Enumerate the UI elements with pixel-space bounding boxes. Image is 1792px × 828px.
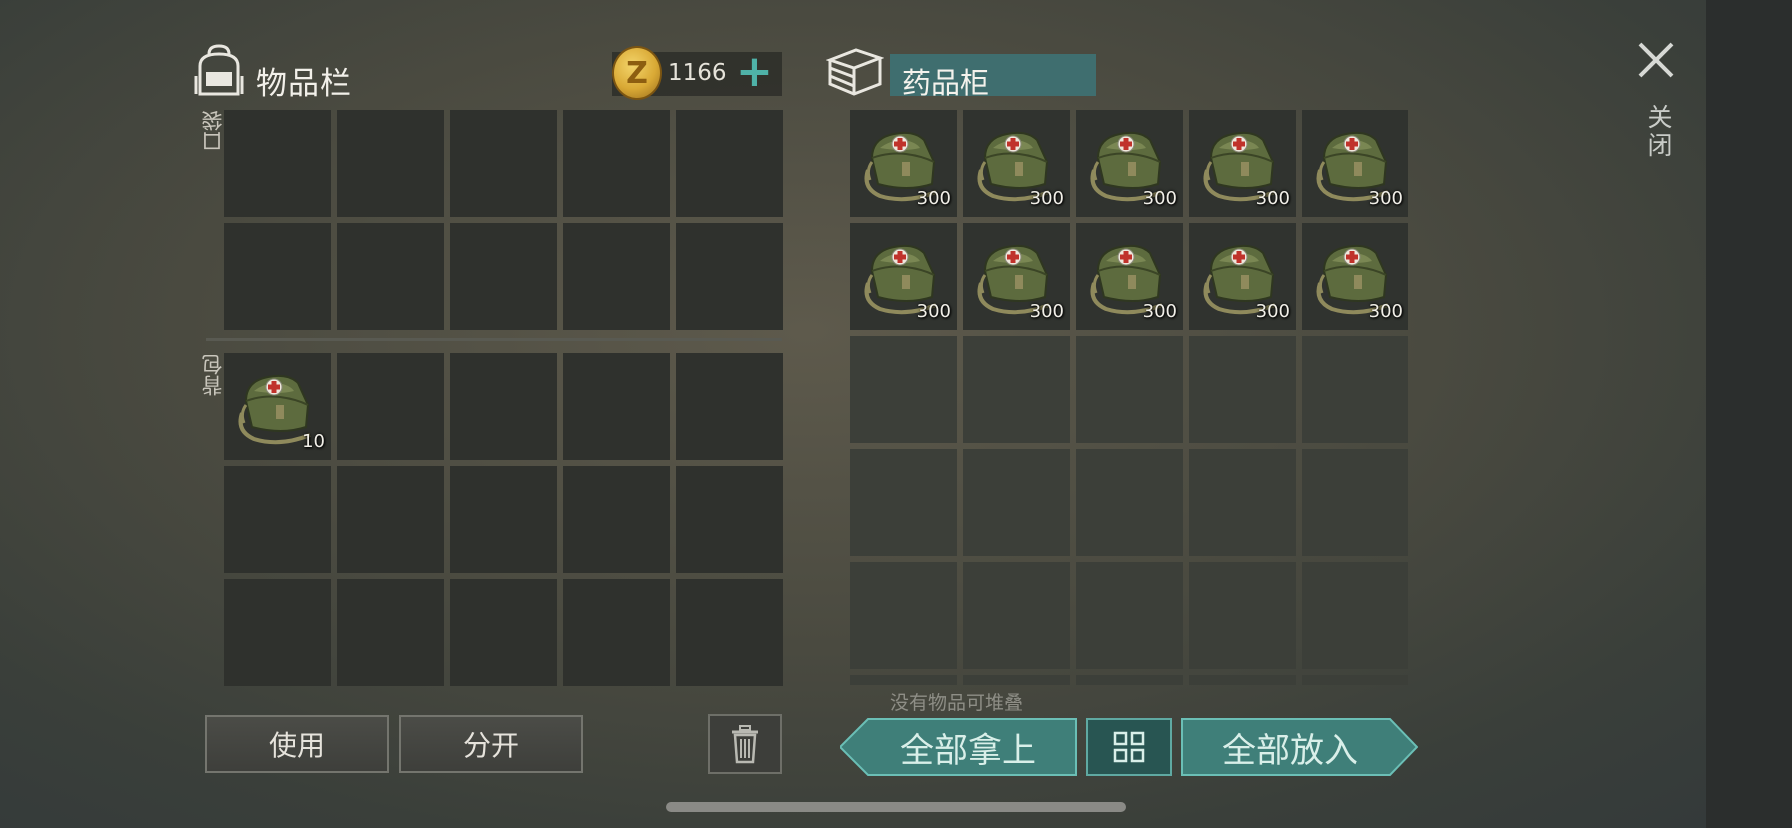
item-quantity: 300 xyxy=(1255,188,1290,209)
backpack-slot[interactable] xyxy=(450,579,557,686)
pocket-slot[interactable] xyxy=(337,110,444,217)
backpack-slot[interactable] xyxy=(563,353,670,460)
cabinet-slot[interactable] xyxy=(1189,562,1296,669)
cabinet-slot[interactable] xyxy=(850,449,957,556)
cabinet-slot[interactable] xyxy=(1076,336,1183,443)
backpack-slot[interactable] xyxy=(563,466,670,573)
cabinet-slot[interactable] xyxy=(963,675,1070,685)
cabinet-slot[interactable] xyxy=(1302,336,1408,443)
backpack-slot[interactable]: 10 xyxy=(224,353,331,460)
currency-amount: 1166 xyxy=(668,60,727,86)
pocket-slot[interactable] xyxy=(563,223,670,330)
backpack-slot[interactable] xyxy=(337,579,444,686)
pocket-slot[interactable] xyxy=(676,110,783,217)
item-quantity: 300 xyxy=(1029,301,1064,322)
cabinet-slot[interactable] xyxy=(1302,449,1408,556)
backpack-slot[interactable] xyxy=(676,466,783,573)
item-quantity: 300 xyxy=(1368,301,1403,322)
pocket-slot[interactable] xyxy=(224,110,331,217)
cabinet-slot[interactable]: 300 xyxy=(850,223,957,330)
cabinet-slot[interactable]: 300 xyxy=(1076,223,1183,330)
backpack-slot[interactable] xyxy=(676,353,783,460)
cabinet-slot[interactable]: 300 xyxy=(1189,223,1296,330)
cabinet-slot[interactable] xyxy=(963,336,1070,443)
item-quantity: 10 xyxy=(302,431,325,452)
pocket-slot[interactable] xyxy=(224,223,331,330)
pocket-grid xyxy=(224,110,783,330)
cabinet-slot[interactable] xyxy=(1189,449,1296,556)
pocket-slot[interactable] xyxy=(450,223,557,330)
backpack-slot[interactable] xyxy=(337,466,444,573)
cabinet-slot[interactable]: 300 xyxy=(963,223,1070,330)
item-quantity: 300 xyxy=(916,188,951,209)
cabinet-slot[interactable] xyxy=(1302,675,1408,685)
cabinet-slot[interactable] xyxy=(850,562,957,669)
close-button[interactable]: 关闭 xyxy=(1640,104,1676,160)
item-quantity: 300 xyxy=(1142,301,1177,322)
cabinet-grid: 300 300 300 300 300 300 300 300 300 300 xyxy=(850,110,1408,685)
put-all-button[interactable]: 全部放入 xyxy=(1180,718,1418,776)
backpack-slot[interactable] xyxy=(224,466,331,573)
cabinet-slot[interactable] xyxy=(963,449,1070,556)
cabinet-slot[interactable] xyxy=(1076,675,1183,685)
close-icon[interactable] xyxy=(1636,40,1676,80)
pocket-slot[interactable] xyxy=(450,110,557,217)
cabinet-slot[interactable] xyxy=(850,675,957,685)
inventory-title: 物品栏 xyxy=(256,66,352,102)
cabinet-slot[interactable]: 300 xyxy=(850,110,957,217)
cabinet-icon xyxy=(826,48,884,96)
section-divider xyxy=(206,338,782,341)
coin-icon: Z xyxy=(612,46,662,100)
pocket-slot[interactable] xyxy=(337,223,444,330)
cabinet-slot[interactable] xyxy=(1302,562,1408,669)
backpack-slot[interactable] xyxy=(676,579,783,686)
item-quantity: 300 xyxy=(1029,188,1064,209)
item-quantity: 300 xyxy=(916,301,951,322)
backpack-grid: 10 xyxy=(224,353,783,686)
add-currency-button[interactable]: + xyxy=(736,48,773,96)
pocket-slot[interactable] xyxy=(563,110,670,217)
backpack-slot[interactable] xyxy=(337,353,444,460)
cabinet-slot[interactable]: 300 xyxy=(1302,223,1408,330)
cabinet-slot[interactable] xyxy=(1189,336,1296,443)
home-indicator[interactable] xyxy=(666,802,1126,812)
grid-toggle-button[interactable] xyxy=(1086,718,1172,776)
trash-icon xyxy=(732,725,758,764)
item-quantity: 300 xyxy=(1142,188,1177,209)
item-quantity: 300 xyxy=(1255,301,1290,322)
cabinet-slot[interactable] xyxy=(963,562,1070,669)
split-button[interactable]: 分开 xyxy=(399,715,583,773)
pocket-slot[interactable] xyxy=(676,223,783,330)
cabinet-slot[interactable]: 300 xyxy=(1189,110,1296,217)
cabinet-scroll-area[interactable]: 300 300 300 300 300 300 300 300 300 300 xyxy=(850,110,1408,685)
cabinet-slot[interactable]: 300 xyxy=(1302,110,1408,217)
cabinet-slot[interactable] xyxy=(1189,675,1296,685)
take-all-button[interactable]: 全部拿上 xyxy=(840,718,1078,776)
cabinet-title: 药品柜 xyxy=(902,66,990,100)
backpack-slot[interactable] xyxy=(224,579,331,686)
cabinet-slot[interactable]: 300 xyxy=(1076,110,1183,217)
grid-icon xyxy=(1113,731,1145,763)
backpack-slot[interactable] xyxy=(563,579,670,686)
item-quantity: 300 xyxy=(1368,188,1403,209)
cabinet-slot[interactable] xyxy=(850,336,957,443)
cabinet-slot[interactable]: 300 xyxy=(963,110,1070,217)
trash-button[interactable] xyxy=(708,714,782,774)
backpack-icon xyxy=(194,44,244,96)
stack-note: 没有物品可堆叠 xyxy=(890,692,1024,714)
cabinet-slot[interactable] xyxy=(1076,449,1183,556)
backpack-slot[interactable] xyxy=(450,466,557,573)
use-button[interactable]: 使用 xyxy=(205,715,389,773)
right-edge-panel xyxy=(1706,0,1792,828)
cabinet-slot[interactable] xyxy=(1076,562,1183,669)
backpack-slot[interactable] xyxy=(450,353,557,460)
